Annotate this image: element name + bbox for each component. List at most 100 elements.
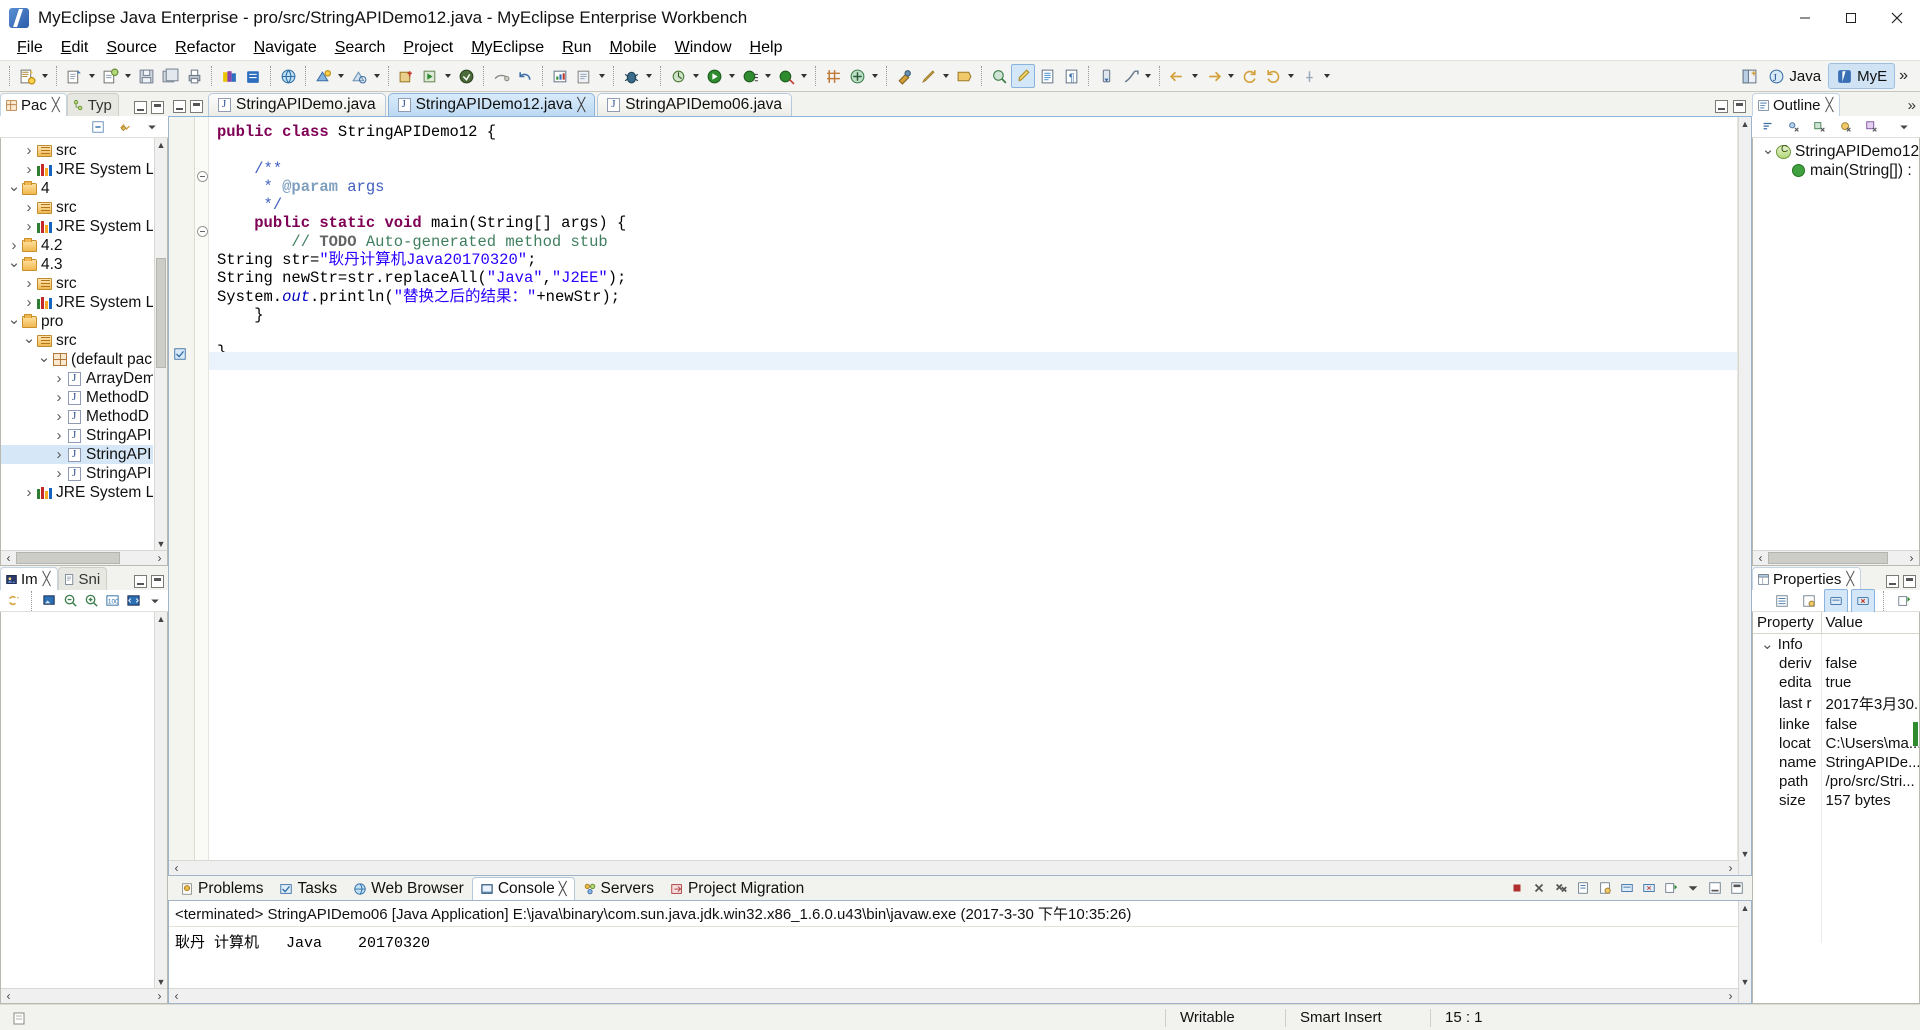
tree-item[interactable]: StringAPI <box>1 445 153 464</box>
properties-row[interactable]: linke false <box>1753 715 1919 734</box>
minimize-icon[interactable] <box>1782 0 1828 36</box>
undo-icon[interactable] <box>513 64 537 88</box>
word-wrap-icon[interactable] <box>1595 878 1615 898</box>
profile-icon[interactable] <box>666 64 690 88</box>
tree-item[interactable]: (default pack <box>1 350 153 369</box>
chevron-right-icon[interactable] <box>52 465 66 482</box>
minimize-view-icon[interactable] <box>134 575 147 588</box>
properties-row[interactable]: path/pro/src/Stri... <box>1753 772 1919 791</box>
minimize-view-icon[interactable] <box>1705 878 1725 898</box>
perspective-overflow-icon[interactable]: » <box>1895 67 1912 85</box>
minimize-view-icon[interactable] <box>1886 575 1899 588</box>
forward-history-dropdown-icon[interactable] <box>1225 64 1237 88</box>
fit-image-icon[interactable] <box>40 589 58 613</box>
tree-item[interactable]: 4.3 <box>1 255 153 274</box>
web-browser-icon[interactable] <box>276 64 300 88</box>
minimize-editor-icon[interactable] <box>173 100 186 113</box>
menu-item-mobile[interactable]: Mobile <box>600 37 665 59</box>
editor-marker-ruler[interactable] <box>169 117 195 875</box>
chevron-down-icon[interactable] <box>22 332 36 350</box>
open-perspective-icon[interactable] <box>1737 64 1761 88</box>
fold-toggle-icon[interactable] <box>197 171 208 182</box>
debug-icon[interactable] <box>619 64 643 88</box>
tab-type-hierarchy[interactable]: Typ <box>66 93 119 116</box>
editor-tab-stringapidemo[interactable]: StringAPIDemo.java <box>208 93 386 116</box>
chevron-right-icon[interactable] <box>52 427 66 444</box>
myeclipse-servers-icon[interactable] <box>217 64 241 88</box>
scroll-right-icon[interactable]: › <box>1723 861 1738 875</box>
tree-item[interactable]: src <box>1 331 153 350</box>
open-type-icon[interactable] <box>311 64 335 88</box>
tree-item[interactable]: StringAPI <box>1 464 153 483</box>
scroll-down-icon[interactable]: ▼ <box>1739 975 1751 988</box>
new-java-project-icon[interactable] <box>62 64 86 88</box>
collapse-all-icon[interactable] <box>86 115 110 139</box>
tab-outline-close-icon[interactable]: ╳ <box>1826 97 1834 113</box>
scroll-up-icon[interactable]: ▲ <box>1739 117 1751 130</box>
refresh-icon[interactable] <box>5 589 23 613</box>
perspective-java[interactable]: J Java <box>1761 63 1828 89</box>
tab-outline[interactable]: Outline ╳ <box>1752 93 1841 116</box>
properties-group-row[interactable]: ⌄ Info <box>1753 633 1919 654</box>
maximize-view-icon[interactable] <box>151 575 164 588</box>
fold-toggle-icon[interactable] <box>197 226 208 237</box>
myeclipse-database-icon[interactable] <box>241 64 265 88</box>
paragraph-mark-icon[interactable]: ¶ <box>1059 64 1083 88</box>
tree-item[interactable]: MethodD <box>1 388 153 407</box>
save-all-icon[interactable] <box>158 64 182 88</box>
maximize-view-icon[interactable] <box>1903 575 1916 588</box>
next-annotation-icon[interactable] <box>1094 64 1118 88</box>
run-last-dropdown-icon[interactable] <box>798 64 810 88</box>
console-hscrollbar[interactable]: ‹ › <box>169 988 1738 1003</box>
maximize-view-icon[interactable] <box>1727 878 1747 898</box>
view-menu-chevron-icon[interactable] <box>1892 589 1916 613</box>
debug-step-icon[interactable] <box>489 64 513 88</box>
chevron-down-icon[interactable] <box>1761 143 1775 161</box>
chevron-down-icon[interactable] <box>7 313 21 331</box>
open-resource-icon[interactable] <box>572 64 596 88</box>
maximize-editor-icon[interactable] <box>190 100 203 113</box>
myeclipse-configure-icon[interactable] <box>454 64 478 88</box>
hide-static-icon[interactable] <box>1808 115 1832 139</box>
print-icon[interactable] <box>182 64 206 88</box>
remove-all-terminated-icon[interactable] <box>1551 878 1571 898</box>
chevron-right-icon[interactable] <box>52 389 66 406</box>
open-resource-dropdown-icon[interactable] <box>596 64 608 88</box>
tree-item[interactable]: StringAPI <box>1 426 153 445</box>
back-history-dropdown-icon[interactable] <box>1189 64 1201 88</box>
open-declaration-dropdown-icon[interactable] <box>1142 64 1154 88</box>
console-vscrollbar[interactable]: ▲ ▼ <box>1738 901 1751 1003</box>
chevron-down-icon[interactable] <box>7 256 21 274</box>
tab-image-view-close-icon[interactable]: ╳ <box>43 571 51 587</box>
hide-fields-icon[interactable] <box>1782 115 1806 139</box>
chevron-down-icon[interactable] <box>7 180 21 198</box>
scroll-up-icon[interactable]: ▲ <box>155 138 167 151</box>
tree-item[interactable]: src <box>1 141 153 160</box>
new-class-icon[interactable] <box>98 64 122 88</box>
tree-item[interactable]: JRE System Libr <box>1 160 153 179</box>
edit-annotation-dropdown-icon[interactable] <box>940 64 952 88</box>
view-menu-icon[interactable] <box>1683 878 1703 898</box>
open-type-dropdown-icon[interactable] <box>335 64 347 88</box>
view-menu-chevron-icon[interactable] <box>140 115 164 139</box>
chevron-right-icon[interactable] <box>22 218 36 235</box>
view-menu-chevron-icon[interactable] <box>146 589 164 613</box>
chevron-right-icon[interactable] <box>52 408 66 425</box>
tab-image-view[interactable]: Im ╳ <box>0 567 58 590</box>
pin-editor-dropdown-icon[interactable] <box>1321 64 1333 88</box>
outline-hscrollbar[interactable]: ‹ › <box>1753 550 1919 565</box>
editor-folding-ruler[interactable] <box>195 117 209 875</box>
editor-tab-stringapidemo12[interactable]: StringAPIDemo12.java ╳ <box>387 93 596 116</box>
tree-item[interactable]: JRE System Libr <box>1 293 153 312</box>
tree-item[interactable]: 4.2 <box>1 236 153 255</box>
console-tab-close-icon[interactable]: ╳ <box>559 881 567 897</box>
console-tab-web-browser[interactable]: Web Browser <box>345 877 472 900</box>
tree-item[interactable]: src <box>1 198 153 217</box>
new-deployment-icon[interactable] <box>394 64 418 88</box>
show-categories-icon[interactable] <box>1770 589 1794 613</box>
scroll-thumb-h[interactable] <box>16 552 120 564</box>
scroll-lock-icon[interactable] <box>1573 878 1593 898</box>
editor-vscrollbar[interactable]: ▲ ▼ <box>1738 117 1751 875</box>
image-view-hscrollbar[interactable]: ‹ › <box>1 988 167 1003</box>
properties-row[interactable]: edita true <box>1753 673 1919 692</box>
